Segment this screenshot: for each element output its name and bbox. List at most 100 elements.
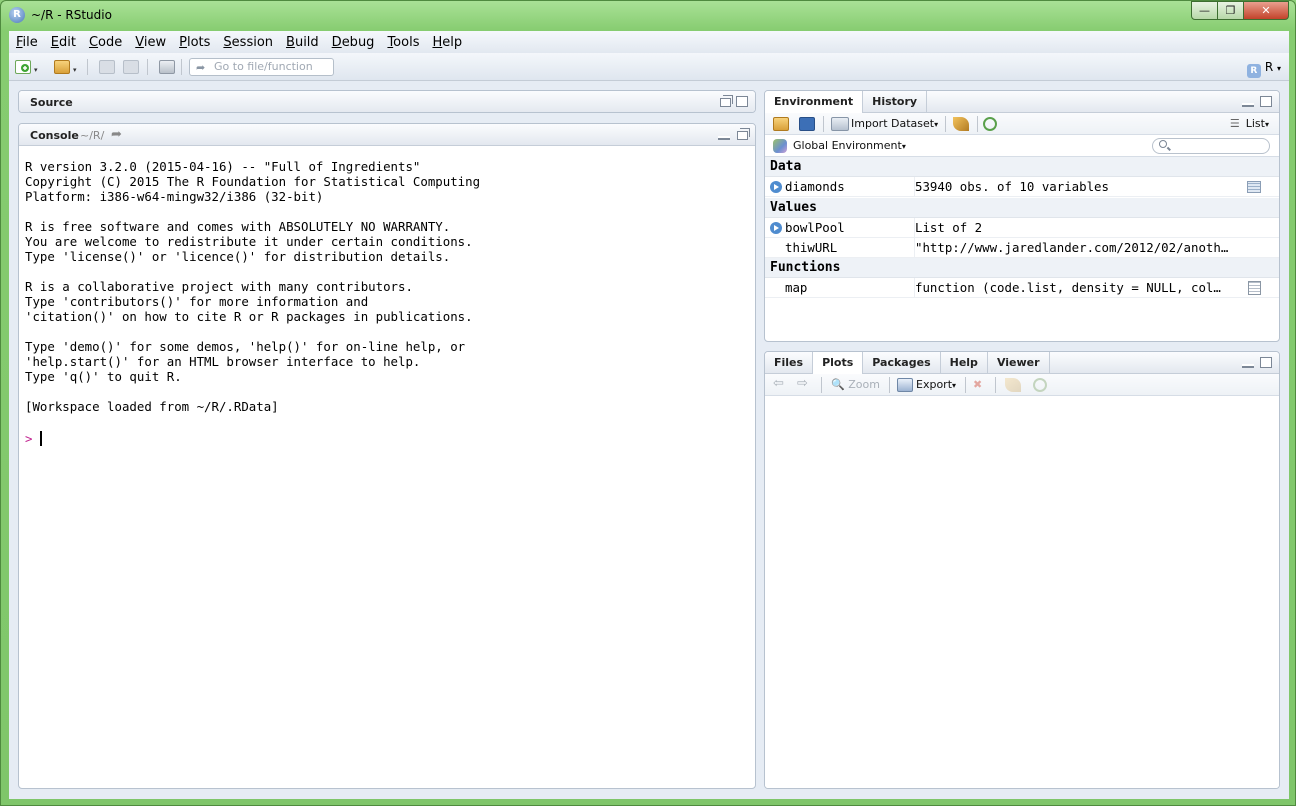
tab-files[interactable]: Files <box>765 352 814 374</box>
env-var-value: List of 2 <box>914 218 1249 238</box>
go-to-placeholder: Go to file/function <box>214 60 313 73</box>
toolbar-separator <box>823 116 824 132</box>
import-dropdown-icon: ▾ <box>934 120 939 129</box>
minimize-button[interactable]: — <box>1191 1 1218 20</box>
go-to-file-input[interactable]: ➦ Go to file/function <box>189 58 334 76</box>
zoom-button[interactable]: 🔍 Zoom <box>831 378 880 391</box>
open-folder-icon[interactable] <box>54 60 70 74</box>
env-row-function[interactable]: map function (code.list, density = NULL,… <box>765 278 1279 298</box>
menu-edit[interactable]: Edit <box>51 35 76 50</box>
env-row-data[interactable]: diamonds 53940 obs. of 10 variables <box>765 177 1279 197</box>
view-mode-label: List <box>1245 117 1265 130</box>
menu-file[interactable]: File <box>16 35 38 50</box>
main-toolbar: ▾ ▾ ➦ Go to file/function RR ▾ <box>9 53 1289 81</box>
expand-icon[interactable] <box>770 181 782 193</box>
view-data-grid-icon[interactable] <box>1247 181 1261 193</box>
toolbar-separator <box>945 116 946 132</box>
go-to-directory-icon[interactable]: ➦ <box>111 127 122 142</box>
console-prompt: > <box>25 431 33 446</box>
project-label: R <box>1264 60 1274 74</box>
files-minimize-button[interactable] <box>1242 364 1254 368</box>
new-file-dropdown-icon[interactable]: ▾ <box>34 66 38 74</box>
import-dataset-icon <box>831 117 849 131</box>
view-mode-button[interactable]: ☰ List▾ <box>1230 117 1269 130</box>
save-all-icon[interactable] <box>123 60 139 74</box>
toolbar-separator <box>977 116 978 132</box>
console-prompt-line[interactable]: > <box>25 431 43 446</box>
save-workspace-icon[interactable] <box>799 117 815 131</box>
view-function-source-icon[interactable] <box>1248 281 1261 295</box>
new-file-icon[interactable] <box>15 60 31 74</box>
menu-view[interactable]: View <box>135 35 166 50</box>
env-section-values: Values <box>765 198 1279 218</box>
env-row-value[interactable]: thiwURL "http://www.jaredlander.com/2012… <box>765 238 1279 258</box>
tab-help[interactable]: Help <box>941 352 988 374</box>
export-button[interactable]: Export▾ <box>916 378 956 391</box>
environment-pane-header: Environment History <box>765 91 1279 113</box>
environment-tabs: Environment History <box>765 91 928 113</box>
console-restore-button[interactable] <box>737 128 750 140</box>
env-var-name: bowlPool <box>785 220 845 235</box>
menu-bar: File Edit Code View Plots Session Build … <box>9 31 1289 53</box>
tab-environment[interactable]: Environment <box>765 91 864 113</box>
go-to-arrow-icon: ➦ <box>196 61 206 74</box>
rstudio-window: R ~/R - RStudio — ❐ ✕ File Edit Code Vie… <box>0 0 1296 806</box>
pane-splitter-handle[interactable] <box>764 341 774 349</box>
environment-minimize-button[interactable] <box>1242 103 1254 107</box>
tab-viewer[interactable]: Viewer <box>988 352 1050 374</box>
open-folder-dropdown-icon[interactable]: ▾ <box>73 66 77 74</box>
source-maximize-button[interactable] <box>736 96 748 107</box>
env-section-data: Data <box>765 157 1279 177</box>
console-working-directory[interactable]: ~/R/ <box>80 129 104 142</box>
clear-workspace-broom-icon[interactable] <box>953 117 969 131</box>
environment-scope-dropdown[interactable]: Global Environment▾ <box>793 139 906 152</box>
environment-maximize-button[interactable] <box>1260 96 1272 107</box>
window-title: ~/R - RStudio <box>31 8 112 22</box>
print-icon[interactable] <box>159 60 175 74</box>
menu-debug[interactable]: Debug <box>332 35 375 50</box>
menu-code[interactable]: Code <box>89 35 122 50</box>
env-var-name: map <box>785 280 808 295</box>
env-var-name: diamonds <box>785 179 845 194</box>
export-label: Export <box>916 378 953 391</box>
list-view-icon: ☰ <box>1229 117 1240 130</box>
toolbar-separator <box>995 377 996 393</box>
load-workspace-icon[interactable] <box>773 117 789 131</box>
menu-plots[interactable]: Plots <box>179 35 210 50</box>
refresh-icon[interactable] <box>983 117 997 131</box>
tab-history[interactable]: History <box>863 91 928 113</box>
expand-icon[interactable] <box>770 222 782 234</box>
refresh-plot-icon[interactable] <box>1033 378 1047 392</box>
files-pane-header: Files Plots Packages Help Viewer <box>765 352 1279 374</box>
zoom-label: Zoom <box>848 378 880 391</box>
source-restore-button[interactable] <box>720 95 733 107</box>
menu-tools[interactable]: Tools <box>387 35 419 50</box>
close-button[interactable]: ✕ <box>1243 1 1289 20</box>
console-pane-title: Console <box>30 129 79 142</box>
env-section-functions: Functions <box>765 258 1279 278</box>
project-menu[interactable]: RR ▾ <box>1246 60 1281 78</box>
save-icon[interactable] <box>99 60 115 74</box>
maximize-button[interactable]: ❐ <box>1217 1 1244 20</box>
tab-plots[interactable]: Plots <box>813 352 864 374</box>
env-row-value[interactable]: bowlPool List of 2 <box>765 218 1279 238</box>
global-environment-icon <box>773 139 787 153</box>
menu-session[interactable]: Session <box>223 35 273 50</box>
remove-plot-icon[interactable]: ✖ <box>973 378 982 391</box>
project-dropdown-icon: ▾ <box>1276 64 1281 73</box>
console-minimize-button[interactable] <box>718 136 730 140</box>
menu-build[interactable]: Build <box>286 35 319 50</box>
previous-plot-icon[interactable]: ⇦ <box>773 376 784 391</box>
environment-search-input[interactable] <box>1152 138 1270 154</box>
tab-packages[interactable]: Packages <box>863 352 941 374</box>
clear-plots-broom-icon[interactable] <box>1005 378 1021 392</box>
env-var-value: function (code.list, density = NULL, col… <box>914 278 1249 298</box>
next-plot-icon[interactable]: ⇨ <box>797 376 808 391</box>
files-maximize-button[interactable] <box>1260 357 1272 368</box>
import-dataset-button[interactable]: Import Dataset▾ <box>851 117 938 130</box>
title-bar[interactable]: R ~/R - RStudio — ❐ ✕ <box>1 1 1295 31</box>
env-var-name: thiwURL <box>785 240 838 255</box>
toolbar-separator <box>889 377 890 393</box>
scope-dropdown-icon: ▾ <box>901 142 906 151</box>
menu-help[interactable]: Help <box>432 35 462 50</box>
